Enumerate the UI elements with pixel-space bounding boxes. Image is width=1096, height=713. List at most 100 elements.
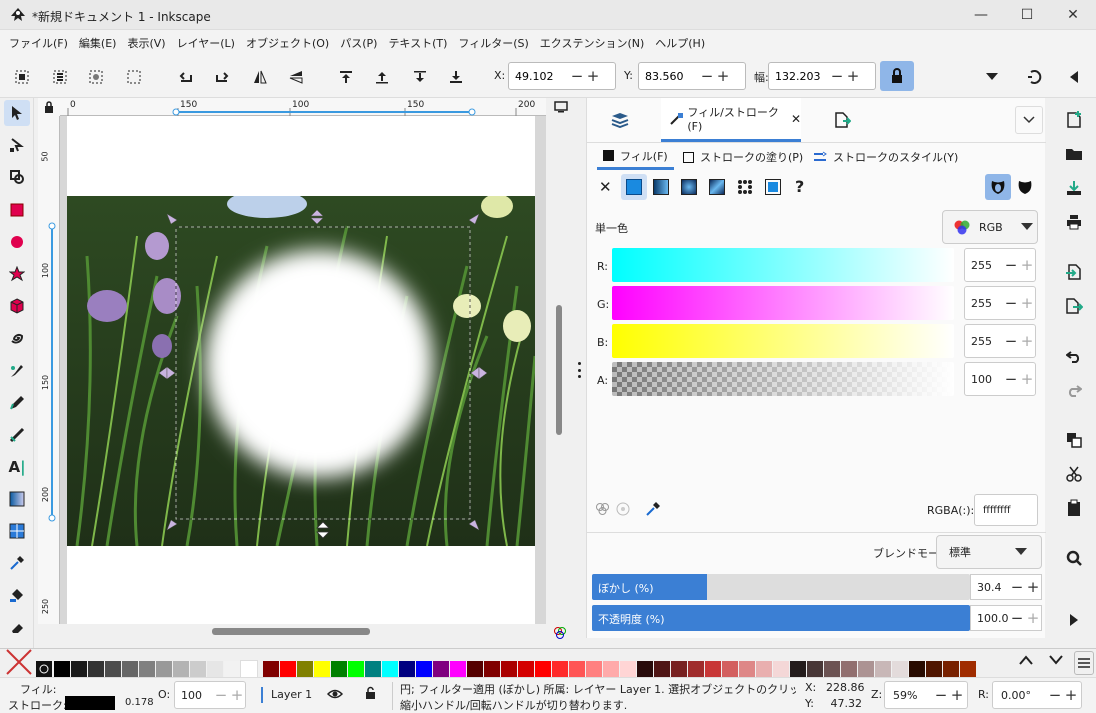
status-opacity-field[interactable]: 100− + [174, 681, 246, 709]
palette-swatch[interactable] [88, 661, 104, 677]
palette-swatch[interactable] [348, 661, 364, 677]
linear-gradient-icon[interactable] [653, 179, 669, 195]
swatch-icon[interactable] [765, 179, 781, 195]
dropper-tool-icon[interactable] [4, 550, 30, 576]
panel-resize-handle[interactable] [575, 362, 583, 378]
g-channel-field[interactable]: 255− + [964, 286, 1036, 320]
palette-swatch[interactable] [297, 661, 313, 677]
palette-swatch[interactable] [790, 661, 806, 677]
menu-filters[interactable]: フィルター(S) [453, 35, 533, 51]
cut-icon[interactable] [1062, 462, 1086, 486]
mesh-tool-icon[interactable] [4, 518, 30, 544]
palette-swatch[interactable] [926, 661, 942, 677]
star-tool-icon[interactable] [4, 261, 30, 287]
palette-swatch[interactable] [240, 660, 258, 678]
no-color-swatch-icon[interactable] [4, 647, 34, 677]
palette-swatch[interactable] [467, 661, 483, 677]
layer-lock-icon[interactable] [365, 686, 379, 703]
rotate-field[interactable]: 0.00° − + [992, 681, 1082, 709]
palette-swatch[interactable] [637, 661, 653, 677]
palette-swatch[interactable] [943, 661, 959, 677]
undo-icon[interactable] [1062, 344, 1086, 368]
g-channel-slider[interactable] [612, 286, 954, 320]
palette-swatch[interactable] [105, 661, 121, 677]
fill-rule-nonzero-icon[interactable] [1017, 179, 1033, 195]
palette-swatch[interactable] [892, 661, 908, 677]
paste-icon[interactable] [1062, 496, 1086, 520]
tab-fill-stroke[interactable]: フィル/ストローク(F) ✕ [661, 98, 801, 142]
palette-swatch[interactable] [433, 661, 449, 677]
vertical-scrollbar[interactable] [556, 305, 562, 435]
palette-swatch[interactable] [71, 661, 87, 677]
select-same-icon[interactable] [84, 65, 108, 89]
zoom-field[interactable]: 59% − + [884, 681, 968, 709]
color-mode-dropdown[interactable]: RGB [942, 210, 1038, 244]
raise-to-top-icon[interactable] [334, 65, 358, 89]
palette-swatch[interactable] [654, 661, 670, 677]
palette-up-icon[interactable] [1019, 655, 1033, 668]
menu-layer[interactable]: レイヤー(L) [172, 35, 240, 51]
menu-edit[interactable]: 編集(E) [74, 35, 122, 51]
palette-swatch[interactable] [399, 661, 415, 677]
subtab-stroke-paint[interactable]: ストロークの塗り(P) [683, 144, 803, 170]
display-mode-icon[interactable] [548, 98, 574, 116]
rectangle-tool-icon[interactable] [4, 197, 30, 223]
maximize-button[interactable]: ☐ [1004, 0, 1050, 30]
select-all-layers-icon[interactable] [48, 65, 72, 89]
stroke-indicator[interactable] [65, 696, 115, 710]
palette-swatch[interactable] [586, 661, 602, 677]
color-picker-icon[interactable] [645, 501, 661, 520]
gradient-tool-icon[interactable] [4, 486, 30, 512]
palette-swatch[interactable] [54, 661, 70, 677]
palette-swatch[interactable] [416, 661, 432, 677]
panel-menu-chevron-icon[interactable] [1015, 106, 1043, 134]
no-paint-icon[interactable]: ✕ [599, 178, 612, 196]
raise-icon[interactable] [370, 65, 394, 89]
ellipse-tool-icon[interactable] [4, 229, 30, 255]
menu-text[interactable]: テキスト(T) [383, 35, 452, 51]
r-channel-slider[interactable] [612, 248, 954, 282]
palette-swatch[interactable] [909, 661, 925, 677]
palette-swatch[interactable] [224, 661, 240, 677]
selector-tool-icon[interactable] [4, 100, 30, 126]
flip-vertical-icon[interactable] [284, 65, 308, 89]
blur-slider[interactable]: ぼかし (%) [592, 574, 970, 600]
palette-swatch[interactable] [705, 661, 721, 677]
menu-path[interactable]: パス(P) [335, 35, 382, 51]
copy-icon[interactable] [1062, 428, 1086, 452]
palette-swatch[interactable] [122, 661, 138, 677]
pen-tool-icon[interactable] [4, 358, 30, 384]
y-input[interactable] [639, 69, 699, 83]
rotate-ccw-icon[interactable] [174, 65, 198, 89]
layers-tab-icon[interactable] [611, 98, 629, 142]
export-tab-icon[interactable] [833, 98, 851, 142]
minimize-button[interactable]: — [958, 0, 1004, 30]
rgba-field[interactable]: ffffffff [974, 494, 1038, 526]
lock-ratio-button[interactable] [880, 61, 914, 91]
palette-swatch[interactable] [569, 661, 585, 677]
overflow-dropdown-icon[interactable] [980, 65, 1004, 89]
import-icon[interactable] [1062, 260, 1086, 284]
palette-swatch[interactable] [960, 661, 976, 677]
out-of-gamut-icon[interactable] [615, 501, 631, 520]
a-channel-field[interactable]: 100− + [964, 362, 1036, 396]
iris-photo-image[interactable] [67, 190, 537, 547]
palette-swatch[interactable] [450, 661, 466, 677]
3d-box-tool-icon[interactable] [4, 293, 30, 319]
node-tool-icon[interactable] [4, 132, 30, 158]
palette-swatch[interactable] [139, 661, 155, 677]
a-channel-slider[interactable] [612, 362, 954, 396]
paint-bucket-tool-icon[interactable] [4, 582, 30, 608]
menu-help[interactable]: ヘルプ(H) [650, 35, 710, 51]
layer-visibility-icon[interactable] [326, 687, 344, 704]
palette-swatch[interactable] [841, 661, 857, 677]
width-field[interactable]: −+ [768, 62, 876, 90]
width-input[interactable] [769, 69, 829, 83]
y-decrement-button[interactable]: − [699, 67, 715, 85]
blur-field[interactable]: 30.4− + [970, 574, 1042, 600]
palette-swatch[interactable] [807, 661, 823, 677]
none-swatch[interactable] [36, 661, 52, 677]
palette-swatch[interactable] [722, 661, 738, 677]
x-field[interactable]: −+ [508, 62, 616, 90]
palette-swatch[interactable] [739, 661, 755, 677]
